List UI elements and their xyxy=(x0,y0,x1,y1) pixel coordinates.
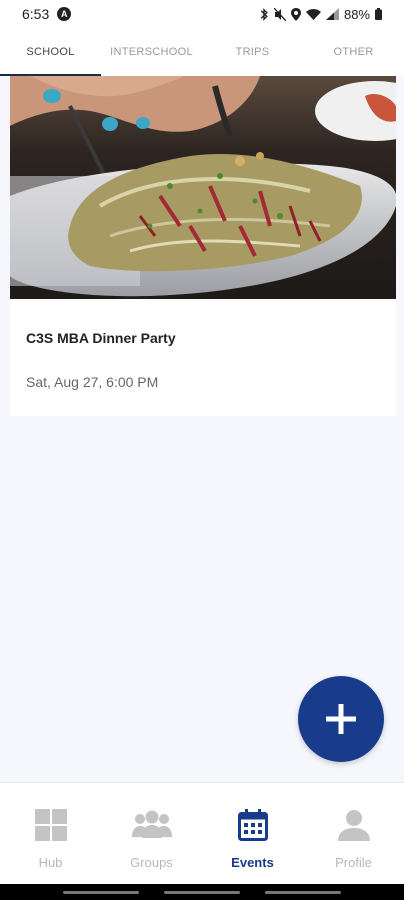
nav-item-profile[interactable]: Profile xyxy=(303,783,404,884)
event-title: C3S MBA Dinner Party xyxy=(26,330,176,346)
nav-label: Hub xyxy=(38,855,63,870)
calendar-icon xyxy=(237,809,268,841)
tab-trips[interactable]: TRIPS xyxy=(202,28,303,76)
back-gesture[interactable] xyxy=(265,890,342,894)
system-navigation-bar xyxy=(0,884,404,900)
tab-label: OTHER xyxy=(333,46,374,58)
plus-icon xyxy=(326,704,356,734)
status-time: 6:53 xyxy=(22,6,50,22)
nav-label: Profile xyxy=(335,855,372,870)
tab-label: INTERSCHOOL xyxy=(110,46,193,58)
nav-item-groups[interactable]: Groups xyxy=(101,783,202,884)
bottom-navigation: Hub Groups Events Profile xyxy=(0,782,404,884)
recents-gesture[interactable] xyxy=(62,890,139,894)
home-gesture[interactable] xyxy=(163,890,240,894)
tab-label: SCHOOL xyxy=(26,46,75,58)
nav-item-hub[interactable]: Hub xyxy=(0,783,101,884)
nav-item-events[interactable]: Events xyxy=(202,783,303,884)
hub-grid-icon xyxy=(34,809,67,841)
battery-icon xyxy=(375,8,382,20)
nav-label: Groups xyxy=(130,855,173,870)
tab-other[interactable]: OTHER xyxy=(303,28,404,76)
groups-icon xyxy=(131,810,172,838)
status-left: 6:53 A xyxy=(22,6,72,22)
category-tabs: SCHOOL INTERSCHOOL TRIPS OTHER xyxy=(0,28,404,76)
nav-label: Events xyxy=(231,855,274,870)
add-event-button[interactable] xyxy=(298,676,384,762)
bluetooth-icon xyxy=(260,7,268,21)
event-image xyxy=(10,76,396,299)
status-right: 88% xyxy=(259,7,382,22)
wifi-icon xyxy=(305,9,321,20)
event-date: Sat, Aug 27, 6:00 PM xyxy=(26,374,159,390)
mute-icon xyxy=(273,7,286,21)
profile-icon xyxy=(337,810,370,841)
battery-percentage: 88% xyxy=(343,6,370,22)
location-icon xyxy=(290,7,301,21)
app-notification-icon: A xyxy=(57,7,72,21)
status-bar: 6:53 A 88% xyxy=(0,0,404,28)
event-card[interactable]: C3S MBA Dinner Party Sat, Aug 27, 6:00 P… xyxy=(10,76,396,416)
food-photo xyxy=(10,76,396,299)
tab-label: TRIPS xyxy=(235,46,270,58)
tab-school[interactable]: SCHOOL xyxy=(0,28,101,76)
signal-icon xyxy=(325,8,339,20)
tab-interschool[interactable]: INTERSCHOOL xyxy=(101,28,202,76)
